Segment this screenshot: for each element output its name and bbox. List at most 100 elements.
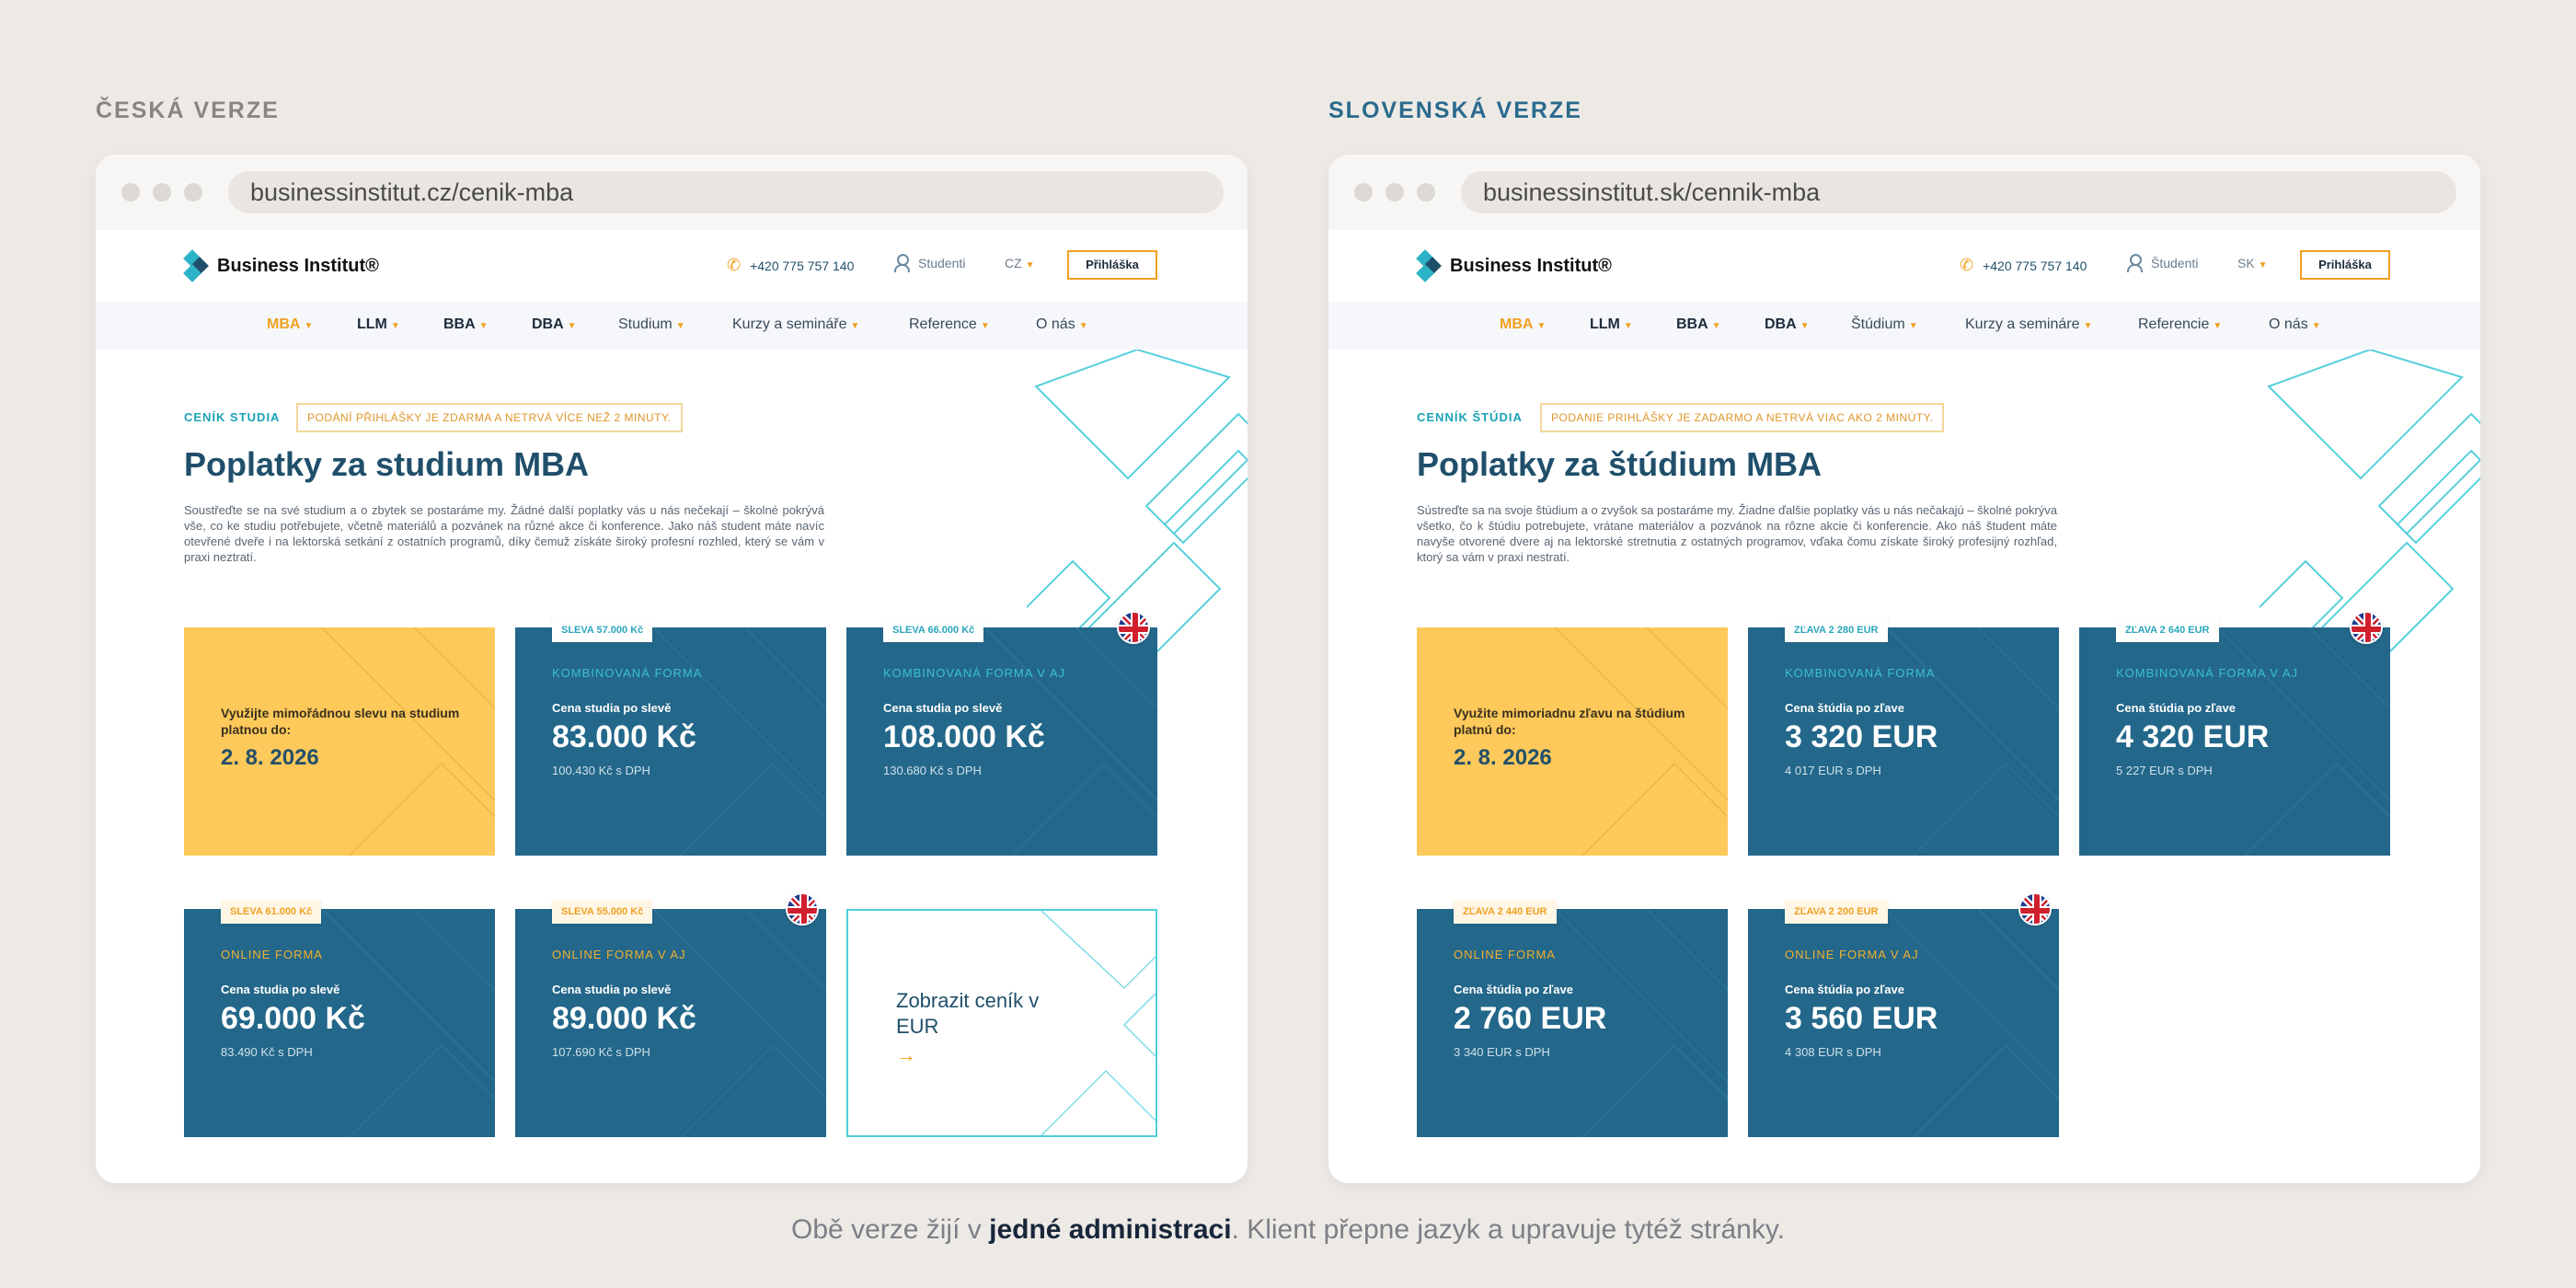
price-label: Cena studia po slevě [552, 983, 672, 996]
price-card-combined[interactable]: SLEVA 57.000 Kč KOMBINOVANÁ FORMA Cena s… [515, 618, 826, 856]
site-header: Business Institut® ✆ +420 775 757 140 St… [96, 230, 1248, 302]
phone-link[interactable]: ✆ +420 775 757 140 [727, 256, 854, 275]
chevron-down-icon: ▼ [567, 321, 577, 331]
site-logo[interactable]: Business Institut® [183, 249, 379, 282]
price-value: 69.000 Kč [221, 1001, 365, 1036]
eur-pricelist-link-card[interactable]: Zobrazit ceník v EUR → [846, 909, 1157, 1137]
intro-paragraph: Sústreďte sa na svoje štúdium a o zvyšok… [1417, 503, 2057, 564]
price-with-vat: 107.690 Kč s DPH [552, 1045, 650, 1059]
chevron-down-icon: ▼ [2311, 321, 2321, 331]
promo-text: Využite mimoriadnu zľavu na štúdium plat… [1454, 706, 1685, 737]
nav-item-mba[interactable]: MBA ▼ [1500, 316, 1546, 333]
browser-window-cz: businessinstitut.cz/cenik-mba Business I… [96, 155, 1248, 1183]
discount-badge: SLEVA 66.000 Kč [883, 618, 984, 642]
czech-version-label: ČESKÁ VERZE [96, 98, 280, 123]
window-zoom-dot[interactable] [1417, 183, 1435, 201]
chevron-down-icon: ▼ [1800, 321, 1810, 331]
nav-item-dba[interactable]: DBA ▼ [532, 316, 577, 333]
arrow-right-icon: → [896, 1043, 916, 1066]
nav-item-studium[interactable]: Studium ▼ [618, 316, 685, 333]
study-form-label: KOMBINOVANÁ FORMA V AJ [2116, 666, 2299, 680]
price-card-online[interactable]: ZĽAVA 2 440 EUR ONLINE FORMA Cena štúdia… [1417, 900, 1728, 1137]
study-form-label: KOMBINOVANÁ FORMA [552, 666, 703, 680]
price-with-vat: 83.490 Kč s DPH [221, 1045, 313, 1059]
uk-flag-icon [1117, 611, 1150, 644]
price-card-online[interactable]: SLEVA 61.000 Kč ONLINE FORMA Cena studia… [184, 900, 495, 1137]
caption-text: . Klient přepne jazyk a upravuje tytéž s… [1231, 1214, 1785, 1245]
caption-emphasis: jedné administraci [989, 1214, 1232, 1245]
students-link[interactable]: Studenti [894, 254, 965, 272]
discount-badge: SLEVA 55.000 Kč [552, 900, 653, 924]
window-minimize-dot[interactable] [153, 183, 171, 201]
phone-link[interactable]: ✆ +420 775 757 140 [1960, 256, 2087, 275]
study-form-label: ONLINE FORMA [221, 948, 323, 961]
price-label: Cena studia po slevě [552, 701, 672, 715]
price-with-vat: 3 340 EUR s DPH [1454, 1045, 1550, 1059]
nav-item-bba[interactable]: BBA ▼ [443, 316, 489, 333]
application-note-badge: PODANIE PRIHLÁŠKY JE ZADARMO A NETRVÁ VI… [1540, 403, 1945, 432]
nav-item-studium[interactable]: Štúdium ▼ [1851, 316, 1918, 333]
site-logo[interactable]: Business Institut® [1416, 249, 1612, 282]
nav-item-kurzy[interactable]: Kurzy a semináře ▼ [732, 316, 859, 333]
logo-mark-icon [183, 249, 209, 282]
website: Business Institut® ✆ +420 775 757 140 St… [96, 230, 1248, 1183]
language-switcher[interactable]: SK ▼ [2237, 256, 2267, 270]
price-card-online-english[interactable]: SLEVA 55.000 Kč ONLINE FORMA V AJ Cena s… [515, 892, 826, 1137]
phone-number: +420 775 757 140 [1983, 258, 2087, 273]
window-minimize-dot[interactable] [1386, 183, 1404, 201]
price-card-combined-english[interactable]: ZĽAVA 2 640 EUR KOMBINOVANÁ FORMA V AJ C… [2079, 611, 2390, 856]
nav-item-kurzy[interactable]: Kurzy a semináre ▼ [1965, 316, 2092, 333]
study-form-label: KOMBINOVANÁ FORMA [1785, 666, 1936, 680]
application-note-badge: PODÁNÍ PŘIHLÁŠKY JE ZDARMA A NETRVÁ VÍCE… [296, 403, 683, 432]
nav-item-llm[interactable]: LLM ▼ [357, 316, 400, 333]
nav-item-mba[interactable]: MBA ▼ [267, 316, 313, 333]
browser-window-sk: businessinstitut.sk/cennik-mba Business … [1328, 155, 2480, 1183]
price-label: Cena štúdia po zľave [2116, 701, 2236, 715]
price-card-combined[interactable]: ZĽAVA 2 280 EUR KOMBINOVANÁ FORMA Cena š… [1748, 618, 2059, 856]
eur-pricelist-link-text: Zobrazit ceník v EUR [896, 989, 1040, 1038]
chevron-down-icon: ▼ [2213, 321, 2223, 331]
application-button[interactable]: Přihláška [1067, 250, 1157, 280]
address-bar[interactable]: businessinstitut.sk/cennik-mba [1461, 171, 2456, 213]
site-header: Business Institut® ✆ +420 775 757 140 Št… [1328, 230, 2480, 302]
nav-item-dba[interactable]: DBA ▼ [1765, 316, 1810, 333]
browser-chrome: businessinstitut.sk/cennik-mba [1328, 155, 2480, 230]
nav-item-reference[interactable]: Reference ▼ [909, 316, 990, 333]
nav-item-llm[interactable]: LLM ▼ [1590, 316, 1633, 333]
students-label: Studenti [918, 256, 966, 270]
window-close-dot[interactable] [1354, 183, 1373, 201]
price-value: 3 560 EUR [1785, 1001, 1938, 1036]
price-value: 2 760 EUR [1454, 1001, 1607, 1036]
page-title: Poplatky za studium MBA [184, 445, 590, 483]
students-link[interactable]: Študenti [2127, 254, 2198, 272]
price-card-online-english[interactable]: ZĽAVA 2 200 EUR ONLINE FORMA V AJ Cena š… [1748, 892, 2059, 1137]
price-with-vat: 130.680 Kč s DPH [883, 764, 982, 777]
window-zoom-dot[interactable] [184, 183, 202, 201]
promo-date: 2. 8. 2026 [1454, 745, 1552, 770]
uk-flag-icon [2350, 611, 2383, 644]
price-with-vat: 4 308 EUR s DPH [1785, 1045, 1881, 1059]
chevron-down-icon: ▼ [1025, 260, 1035, 270]
nav-item-o-nas[interactable]: O nás ▼ [1036, 316, 1088, 333]
footer-caption: Obě verze žijí v jedné administraci. Kli… [0, 1214, 2576, 1246]
chevron-down-icon: ▼ [2258, 260, 2268, 270]
address-bar[interactable]: businessinstitut.cz/cenik-mba [228, 171, 1224, 213]
page-title: Poplatky za štúdium MBA [1417, 445, 1823, 483]
window-close-dot[interactable] [121, 183, 140, 201]
application-button[interactable]: Prihláška [2300, 250, 2390, 280]
phone-number: +420 775 757 140 [750, 258, 855, 273]
price-card-combined-english[interactable]: SLEVA 66.000 Kč KOMBINOVANÁ FORMA V AJ C… [846, 611, 1157, 856]
nav-item-o-nas[interactable]: O nás ▼ [2269, 316, 2321, 333]
card-pattern [321, 627, 495, 856]
uk-flag-icon [786, 892, 819, 926]
discount-badge: ZĽAVA 2 640 EUR [2116, 618, 2219, 642]
language-switcher[interactable]: CZ ▼ [1005, 256, 1034, 270]
price-with-vat: 100.430 Kč s DPH [552, 764, 650, 777]
logo-text: Business Institut® [1450, 255, 1612, 276]
nav-item-referencie[interactable]: Referencie ▼ [2138, 316, 2222, 333]
phone-icon: ✆ [727, 256, 742, 274]
logo-mark-icon [1416, 249, 1442, 282]
nav-item-bba[interactable]: BBA ▼ [1676, 316, 1721, 333]
price-label: Cena štúdia po zľave [1785, 701, 1904, 715]
price-label: Cena studia po slevě [221, 983, 340, 996]
